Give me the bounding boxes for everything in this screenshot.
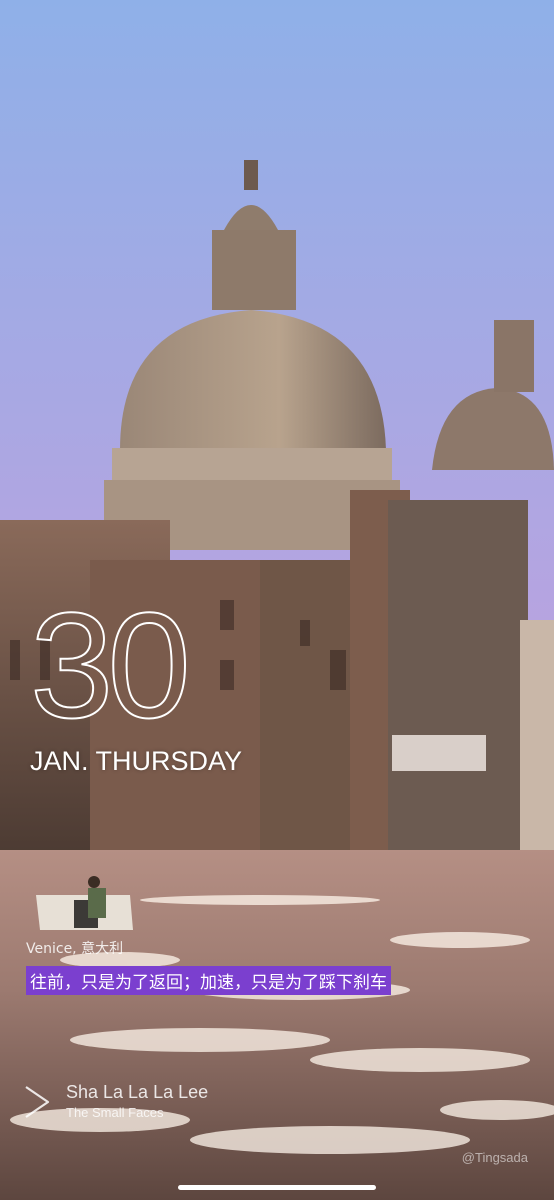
month-weekday: JAN. THURSDAY xyxy=(30,746,243,776)
play-icon[interactable] xyxy=(22,1084,52,1120)
music-info: Sha La La La Lee The Small Faces xyxy=(66,1082,208,1120)
caption-location: Venice, 意大利 xyxy=(26,941,124,957)
date-widget: 30 JAN. THURSDAY xyxy=(29,581,243,777)
music-widget[interactable]: Sha La La La Lee The Small Faces xyxy=(22,1082,208,1120)
home-indicator[interactable] xyxy=(178,1185,376,1190)
music-artist: The Small Faces xyxy=(66,1105,164,1120)
music-title: Sha La La La Lee xyxy=(66,1082,209,1102)
photographer-watermark: @Tingsada xyxy=(461,1150,528,1165)
wallpaper-caption: Venice, 意大利 往前，只是为了返回；加速，只是为了踩下刹车 xyxy=(26,938,391,995)
day-number: 30 xyxy=(29,581,192,749)
caption-quote: 往前，只是为了返回；加速，只是为了踩下刹车 xyxy=(26,966,391,995)
